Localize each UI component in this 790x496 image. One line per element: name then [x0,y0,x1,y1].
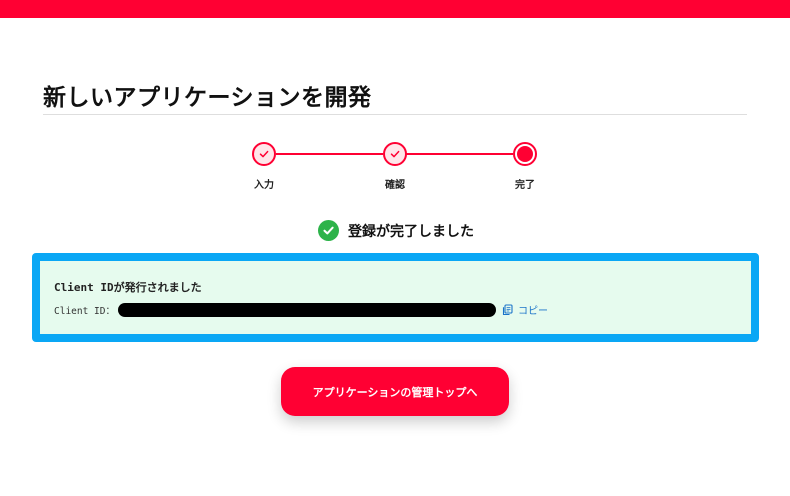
title-divider [43,114,747,115]
step-1-circle [252,142,276,166]
current-step-dot [517,146,533,162]
top-brand-bar [0,0,790,18]
step-3-circle [513,142,537,166]
client-id-value-redacted[interactable] [118,302,496,317]
client-id-heading: Client IDが発行されました [54,281,202,294]
page-title: 新しいアプリケーションを開発 [43,85,372,111]
check-icon [390,150,400,158]
completion-text: 登録が完了しました [348,223,474,240]
copy-label: コピー [518,306,548,317]
check-circle-icon [318,220,339,241]
step-1-label: 入力 [254,180,274,191]
check-icon [259,150,269,158]
step-2-circle [383,142,407,166]
copy-button[interactable]: コピー [502,302,548,317]
client-id-panel: Client IDが発行されました Client ID： コピー [32,253,759,342]
client-id-row: Client ID： コピー [54,302,548,317]
stepper-connector-1 [276,153,383,155]
client-id-label: Client ID： [54,305,115,317]
copy-icon [502,303,513,315]
go-to-app-management-button[interactable]: アプリケーションの管理トップへ [281,367,509,416]
step-2-label: 確認 [385,180,405,191]
stepper-connector-2 [406,153,513,155]
step-3-label: 完了 [515,180,535,191]
completion-message: 登録が完了しました [318,220,474,241]
